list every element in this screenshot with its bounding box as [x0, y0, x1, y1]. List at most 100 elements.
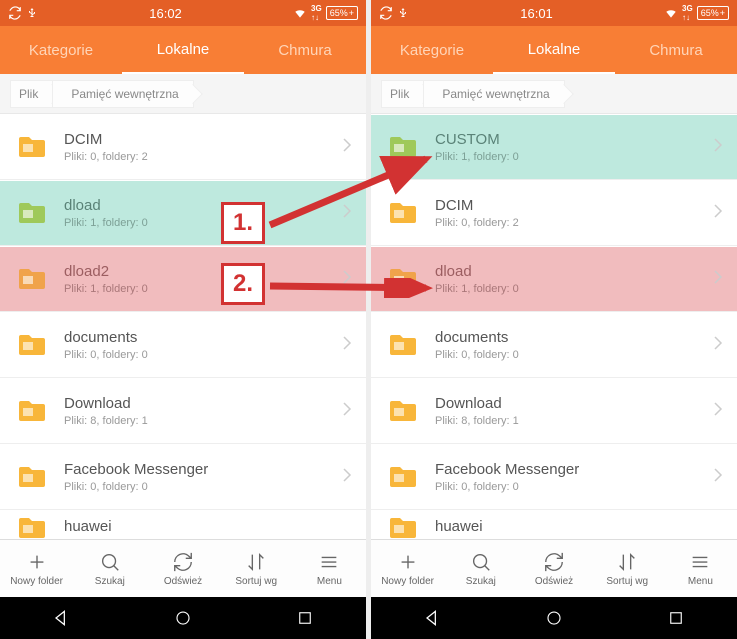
android-nav-bar	[371, 597, 737, 639]
item-meta: Pliki: 0, foldery: 0	[435, 481, 713, 493]
signal-3g-icon: 3G↑↓	[682, 4, 693, 22]
annotation-mark-2: 2.	[221, 263, 265, 305]
status-bar: 16:02 3G↑↓ 65%+	[0, 0, 366, 26]
breadcrumb-root[interactable]: Plik	[10, 80, 53, 108]
nav-home[interactable]	[534, 598, 574, 638]
tabs: Kategorie Lokalne Chmura	[371, 26, 737, 74]
list-item[interactable]: huawei	[371, 511, 737, 539]
item-meta: Pliki: 8, foldery: 1	[64, 415, 342, 427]
refresh-button[interactable]: Odśwież	[146, 540, 219, 597]
clock: 16:01	[520, 6, 553, 21]
item-name: documents	[435, 329, 713, 346]
chevron-right-icon	[713, 467, 723, 488]
breadcrumb: Plik Pamięć wewnętrzna	[0, 74, 366, 114]
chevron-right-icon	[713, 401, 723, 422]
sort-button[interactable]: Sortuj wg	[591, 540, 664, 597]
nav-home[interactable]	[163, 598, 203, 638]
list-item[interactable]: documents Pliki: 0, foldery: 0	[371, 313, 737, 378]
refresh-button[interactable]: Odśwież	[517, 540, 590, 597]
folder-icon	[389, 400, 417, 422]
status-bar: 16:01 3G↑↓ 65%+	[371, 0, 737, 26]
bottom-bar: Nowy folder Szukaj Odśwież Sortuj wg Men…	[371, 539, 737, 597]
new-folder-button[interactable]: Nowy folder	[371, 540, 444, 597]
list-item[interactable]: huawei	[0, 511, 366, 539]
breadcrumb-root[interactable]: Plik	[381, 80, 424, 108]
clock: 16:02	[149, 6, 182, 21]
battery-icon: 65%+	[326, 6, 358, 20]
item-meta: Pliki: 8, foldery: 1	[435, 415, 713, 427]
annotation-mark-1: 1.	[221, 202, 265, 244]
sync-icon	[379, 6, 393, 20]
search-button[interactable]: Szukaj	[73, 540, 146, 597]
tab-cloud[interactable]: Chmura	[615, 26, 737, 74]
folder-icon	[18, 268, 46, 290]
menu-button[interactable]: Menu	[664, 540, 737, 597]
tab-local[interactable]: Lokalne	[122, 26, 244, 74]
item-name: DCIM	[435, 197, 713, 214]
item-name: Download	[64, 395, 342, 412]
android-nav-bar	[0, 597, 366, 639]
item-name: Download	[435, 395, 713, 412]
item-name: dload	[435, 263, 713, 280]
chevron-right-icon	[342, 335, 352, 356]
usb-icon	[397, 7, 409, 19]
item-meta: Pliki: 1, foldery: 0	[435, 151, 713, 163]
list-item[interactable]: Download Pliki: 8, foldery: 1	[0, 379, 366, 444]
item-name: documents	[64, 329, 342, 346]
chevron-right-icon	[342, 467, 352, 488]
battery-icon: 65%+	[697, 6, 729, 20]
nav-back[interactable]	[41, 598, 81, 638]
chevron-right-icon	[342, 401, 352, 422]
search-button[interactable]: Szukaj	[444, 540, 517, 597]
wifi-icon	[664, 6, 678, 20]
menu-button[interactable]: Menu	[293, 540, 366, 597]
item-name: huawei	[64, 518, 352, 535]
annotation-arrow-2	[266, 278, 436, 298]
folder-icon	[18, 202, 46, 224]
list-item[interactable]: documents Pliki: 0, foldery: 0	[0, 313, 366, 378]
item-name: Facebook Messenger	[64, 461, 342, 478]
nav-recent[interactable]	[285, 598, 325, 638]
list-item[interactable]: Facebook Messenger Pliki: 0, foldery: 0	[371, 445, 737, 510]
tabs: Kategorie Lokalne Chmura	[0, 26, 366, 74]
new-folder-button[interactable]: Nowy folder	[0, 540, 73, 597]
phone-right: 16:01 3G↑↓ 65%+ Kategorie Lokalne Chmura…	[371, 0, 737, 639]
tab-local[interactable]: Lokalne	[493, 26, 615, 74]
folder-icon	[18, 334, 46, 356]
signal-3g-icon: 3G↑↓	[311, 4, 322, 22]
breadcrumb-path[interactable]: Pamięć wewnętrzna	[52, 80, 193, 108]
tab-cloud[interactable]: Chmura	[244, 26, 366, 74]
item-name: CUSTOM	[435, 131, 713, 148]
chevron-right-icon	[713, 269, 723, 290]
usb-icon	[26, 7, 38, 19]
item-meta: Pliki: 0, foldery: 0	[435, 349, 713, 361]
chevron-right-icon	[713, 137, 723, 158]
folder-icon	[389, 517, 417, 539]
list-item[interactable]: Facebook Messenger Pliki: 0, foldery: 0	[0, 445, 366, 510]
nav-recent[interactable]	[656, 598, 696, 638]
chevron-right-icon	[713, 335, 723, 356]
sort-button[interactable]: Sortuj wg	[220, 540, 293, 597]
folder-icon	[389, 334, 417, 356]
tab-categories[interactable]: Kategorie	[0, 26, 122, 74]
chevron-right-icon	[713, 203, 723, 224]
item-meta: Pliki: 0, foldery: 0	[64, 349, 342, 361]
item-name: huawei	[435, 518, 723, 535]
bottom-bar: Nowy folder Szukaj Odśwież Sortuj wg Men…	[0, 539, 366, 597]
sync-icon	[8, 6, 22, 20]
phone-left: 16:02 3G↑↓ 65%+ Kategorie Lokalne Chmura…	[0, 0, 366, 639]
item-meta: Pliki: 1, foldery: 0	[435, 283, 713, 295]
folder-icon	[18, 517, 46, 539]
item-meta: Pliki: 0, foldery: 2	[435, 217, 713, 229]
annotation-arrow-1	[266, 137, 436, 232]
list-item[interactable]: Download Pliki: 8, foldery: 1	[371, 379, 737, 444]
folder-icon	[18, 466, 46, 488]
breadcrumb: Plik Pamięć wewnętrzna	[371, 74, 737, 114]
breadcrumb-path[interactable]: Pamięć wewnętrzna	[423, 80, 564, 108]
tab-categories[interactable]: Kategorie	[371, 26, 493, 74]
item-meta: Pliki: 0, foldery: 0	[64, 481, 342, 493]
item-name: Facebook Messenger	[435, 461, 713, 478]
folder-icon	[389, 466, 417, 488]
nav-back[interactable]	[412, 598, 452, 638]
wifi-icon	[293, 6, 307, 20]
